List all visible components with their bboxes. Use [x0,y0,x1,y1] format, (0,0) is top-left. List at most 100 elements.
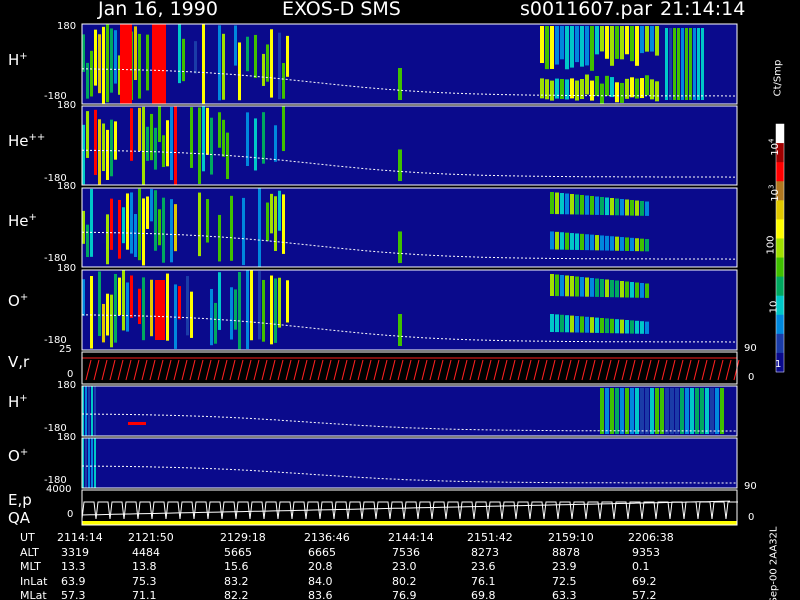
heatmap-cell [90,188,93,257]
heatmap-cell [274,125,277,162]
heatmap-cell [545,26,549,70]
colorbar-label-1e3: 103 [767,184,781,202]
heatmap-cell [590,26,594,71]
heatmap-cell [218,112,221,148]
heatmap-cell [590,80,594,101]
heatmap-cell [190,107,193,168]
heatmap-cell [174,106,177,185]
heatmap-cell [270,193,273,234]
heatmap-cell [675,388,679,434]
tick-label: 25 [59,344,72,355]
table-cell: 63.3 [552,589,577,600]
heatmap-cell [94,438,96,488]
heatmap-cell [88,386,90,436]
table-cell: 2159:10 [548,531,594,544]
heatmap-cell [91,386,93,436]
heatmap-cell [90,50,93,97]
heatmap-cell [106,24,109,103]
panel-background [82,106,737,185]
tick-label: 180 [57,21,77,32]
heatmap-cell [170,199,173,263]
heatmap-cell [198,192,201,257]
heatmap-cell [142,198,145,266]
heatmap-cell [146,126,149,161]
heatmap-cell [182,38,185,82]
heatmap-cell [645,26,649,52]
heatmap-cell [110,28,113,93]
heatmap-cell [98,271,101,336]
tick-label: 180 [57,100,77,111]
heatmap-cell [625,26,629,55]
heatmap-cell [620,199,624,216]
heatmap-cell [660,388,664,434]
heatmap-cell [585,74,589,95]
heatmap-cell [162,135,165,168]
panel-background [82,438,737,488]
heatmap-cell [625,320,629,334]
tick-label: 4000 [46,484,72,495]
panel-label-o-plus-2: O+ [8,447,29,465]
heatmap-cell [106,129,109,180]
heatmap-cell [595,235,599,251]
heatmap-cell [150,189,153,222]
table-cell: 63.9 [61,574,86,588]
heatmap-cell [610,388,614,434]
heatmap-cell [178,286,181,320]
heatmap-cell [286,35,289,77]
tick-label: 0 [67,369,74,380]
heatmap-cell [600,318,604,333]
heatmap-cell [605,279,609,298]
heatmap-cell [282,194,285,254]
heatmap-cell [102,26,105,104]
heatmap-cell [550,80,554,101]
heatmap-cell [166,273,169,341]
heatmap-cell [398,314,402,346]
colorbar-swatch [776,257,784,278]
heatmap-cell [605,75,609,96]
heatmap-cell [630,320,634,334]
table-cell: 57.3 [61,589,86,600]
heatmap-cell [600,388,604,434]
table-cell: 84.0 [308,574,333,588]
heatmap-cell [605,197,609,216]
heatmap-cell [134,26,137,80]
heatmap-cell [234,289,237,330]
heatmap-cell [610,198,614,216]
heatmap-cell [695,388,699,434]
heatmap-cell [595,26,599,55]
heatmap-cell [565,26,569,70]
heatmap-cell [258,188,261,267]
panel-background [82,188,737,267]
heatmap-cell [210,288,213,346]
heatmap-cell [158,209,161,246]
heatmap-cell [170,106,173,181]
heatmap-cell [114,30,117,84]
table-row-label: MLat [20,589,47,600]
heatmap-cell [645,388,649,434]
table-cell: 8273 [471,545,499,559]
table-cell: 8878 [552,545,580,559]
heatmap-cell [218,214,221,262]
heatmap-cell [655,81,659,102]
heatmap-cell [102,303,105,343]
heatmap-cell [540,26,544,64]
table-cell: 2114:14 [57,531,103,544]
heatmap-cell [710,388,714,434]
colorbar-unit: Ct/Smp [772,59,784,97]
spectrogram-plot [81,23,785,526]
heatmap-cell [635,238,639,252]
heatmap-cell [130,108,133,161]
heatmap-cell [282,106,285,152]
heatmap-cell [570,194,574,215]
heatmap-cell [700,388,704,434]
heatmap-cell [575,316,579,333]
heatmap-cell [150,113,153,161]
heatmap-cell [90,276,93,349]
heatmap-cell [693,28,696,100]
heatmap-cell [635,388,639,434]
heatmap-cell [154,127,157,170]
heatmap-cell [178,24,181,84]
heatmap-cell [565,193,569,215]
heatmap-cell [98,34,101,94]
heatmap-cell [128,422,146,425]
